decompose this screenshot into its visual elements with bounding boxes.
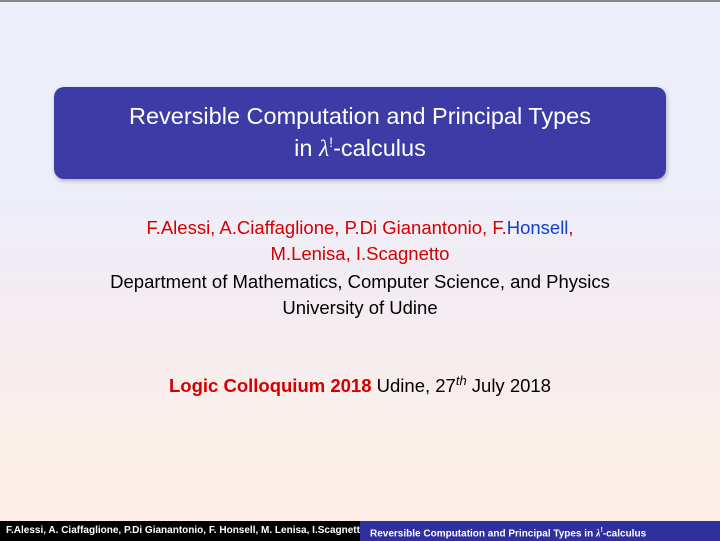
footer-bar: F.Alessi, A. Ciaffaglione, P.Di Giananto…	[0, 521, 720, 541]
colloquium-line: Logic Colloquium 2018 Udine, 27th July 2…	[169, 373, 551, 397]
footer-title-suffix: -calculus	[603, 528, 646, 539]
colloquium-sup: th	[456, 373, 467, 388]
department-block: Department of Mathematics, Computer Scie…	[110, 269, 610, 321]
title-line2-prefix: in	[294, 135, 319, 161]
colloquium-name: Logic Colloquium 2018	[169, 375, 372, 396]
slide: Reversible Computation and Principal Typ…	[0, 0, 720, 541]
colloquium-suffix: July 2018	[467, 375, 551, 396]
title-box: Reversible Computation and Principal Typ…	[54, 87, 666, 179]
authors-red1: F.Alessi, A.Ciaffaglione, P.Di Giananton…	[146, 217, 492, 238]
slide-content: Reversible Computation and Principal Typ…	[0, 2, 720, 541]
footer-title: Reversible Computation and Principal Typ…	[360, 521, 720, 541]
dept-line1: Department of Mathematics, Computer Scie…	[110, 271, 610, 292]
title-line1: Reversible Computation and Principal Typ…	[129, 103, 591, 129]
footer-title-prefix: Reversible Computation and Principal Typ…	[370, 528, 596, 539]
author-blue-name: Honsell	[507, 217, 569, 238]
authors-block: F.Alessi, A.Ciaffaglione, P.Di Giananton…	[146, 215, 573, 267]
author-blue-initial: F.	[492, 217, 506, 238]
authors-red2: M.Lenisa, I.Scagnetto	[271, 243, 450, 264]
colloquium-prefix: Udine, 27	[372, 375, 456, 396]
dept-line2: University of Udine	[282, 297, 437, 318]
authors-comma: ,	[568, 217, 573, 238]
title-lambda: λ	[319, 136, 329, 162]
footer-authors: F.Alessi, A. Ciaffaglione, P.Di Giananto…	[0, 521, 360, 541]
title-line2-suffix: -calculus	[333, 135, 426, 161]
